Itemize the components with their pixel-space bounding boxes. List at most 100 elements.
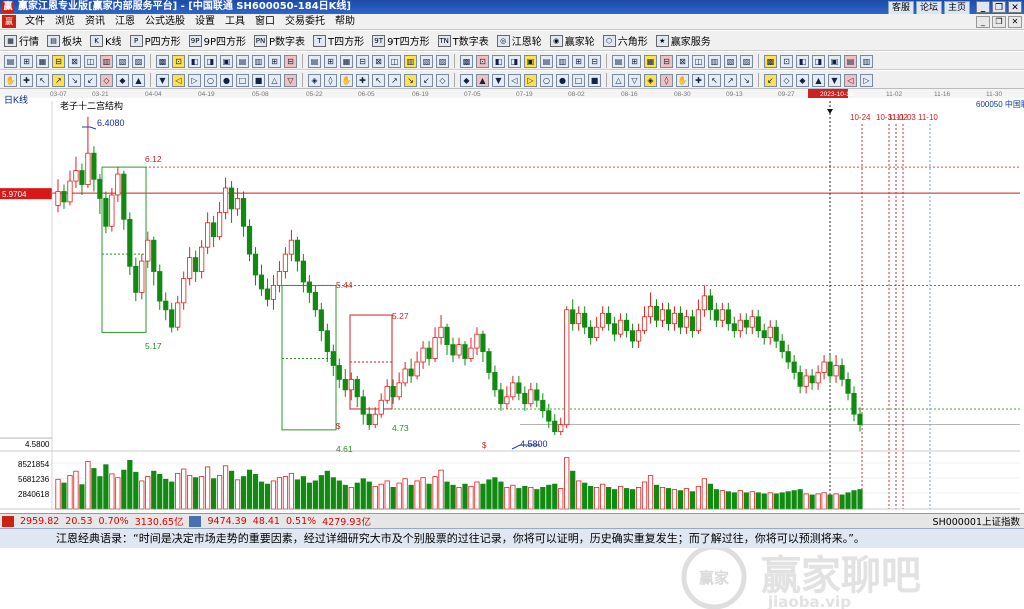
layout-tool-43-icon[interactable]: ▥ (708, 54, 721, 68)
layout-tool-20-icon[interactable]: ⊞ (324, 54, 337, 68)
link-home[interactable]: 主页 (943, 1, 970, 15)
restore-icon[interactable]: ❐ (992, 1, 1006, 13)
draw-tool-2-icon[interactable]: ✚ (20, 73, 33, 87)
kline-chart-panel[interactable]: 03-07 03-21 04-04 04-19 05-08 05-22 06-05 06-19… (0, 89, 1024, 609)
draw-tool-18-icon[interactable]: ▽ (284, 73, 297, 87)
layout-tool-42-icon[interactable]: ◫ (692, 54, 705, 68)
link-service[interactable]: 客服 (887, 1, 914, 15)
draw-tool-14-icon[interactable]: ● (220, 73, 233, 87)
tool-kline[interactable]: K K线 (90, 33, 122, 48)
draw-tool-9-icon[interactable]: ▲ (132, 73, 145, 87)
layout-tool-1-icon[interactable]: ▤ (4, 54, 17, 68)
draw-tool-23-icon[interactable]: ↖ (372, 73, 385, 87)
layout-tool-19-icon[interactable]: ▤ (308, 54, 321, 68)
layout-tool-32-icon[interactable]: ▣ (524, 54, 537, 68)
draw-tool-36-icon[interactable]: ■ (588, 73, 601, 87)
menu-browse[interactable]: 浏览 (50, 15, 80, 29)
menu-window[interactable]: 窗口 (250, 15, 280, 29)
child-close-icon[interactable]: ✕ (1008, 15, 1022, 28)
layout-tool-8-icon[interactable]: ▧ (116, 54, 129, 68)
draw-tool-37-icon[interactable]: △ (612, 73, 625, 87)
draw-tool-45-icon[interactable]: ↘ (740, 73, 753, 87)
tool-gann-wheel[interactable]: ◎ 江恩轮 (496, 33, 542, 48)
layout-tool-30-icon[interactable]: ◧ (492, 54, 505, 68)
layout-tool-38-icon[interactable]: ⊞ (628, 54, 641, 68)
layout-tool-26-icon[interactable]: ▧ (420, 54, 433, 68)
draw-tool-41-icon[interactable]: ✋ (676, 73, 689, 87)
draw-tool-7-icon[interactable]: ◇ (100, 73, 113, 87)
link-forum[interactable]: 论坛 (915, 1, 942, 15)
tool-t-table[interactable]: TN T数字表 (437, 33, 489, 48)
layout-tool-7-icon[interactable]: ▥ (100, 54, 113, 68)
child-restore-icon[interactable]: ❐ (992, 15, 1006, 28)
layout-tool-37-icon[interactable]: ▤ (612, 54, 625, 68)
layout-tool-28-icon[interactable]: ▩ (460, 54, 473, 68)
tool-winner-wheel[interactable]: ◉ 赢家轮 (549, 33, 595, 48)
close-icon[interactable]: ✕ (1008, 1, 1022, 13)
minimize-icon[interactable]: _ (976, 1, 990, 13)
layout-tool-45-icon[interactable]: ▨ (740, 54, 753, 68)
layout-tool-31-icon[interactable]: ◨ (508, 54, 521, 68)
tool-hexagon[interactable]: ⬡ 六角形 (602, 33, 648, 48)
draw-tool-6-icon[interactable]: ↙ (84, 73, 97, 87)
draw-tool-43-icon[interactable]: ↖ (708, 73, 721, 87)
tool-t-square[interactable]: T T四方形 (313, 33, 364, 48)
draw-tool-46-icon[interactable]: ↙ (764, 73, 777, 87)
tool-service[interactable]: ★ 赢家服务 (655, 33, 711, 48)
draw-tool-52-icon[interactable]: ▷ (860, 73, 873, 87)
tool-p-square[interactable]: P P四方形 (129, 33, 181, 48)
draw-tool-20-icon[interactable]: ◊ (324, 73, 337, 87)
draw-tool-4-icon[interactable]: ↗ (52, 73, 65, 87)
layout-tool-33-icon[interactable]: ▤ (540, 54, 553, 68)
draw-tool-22-icon[interactable]: ✚ (356, 73, 369, 87)
layout-tool-11-icon[interactable]: ⊡ (172, 54, 185, 68)
draw-tool-24-icon[interactable]: ↗ (388, 73, 401, 87)
tool-sectors[interactable]: ▤ 板块 (47, 33, 82, 48)
draw-tool-3-icon[interactable]: ↖ (36, 73, 49, 87)
layout-tool-36-icon[interactable]: ⊟ (588, 54, 601, 68)
draw-tool-16-icon[interactable]: ■ (252, 73, 265, 87)
draw-tool-30-icon[interactable]: ▼ (492, 73, 505, 87)
layout-tool-18-icon[interactable]: ⊟ (284, 54, 297, 68)
layout-tool-16-icon[interactable]: ▥ (252, 54, 265, 68)
layout-tool-41-icon[interactable]: ⊠ (676, 54, 689, 68)
layout-tool-24-icon[interactable]: ◫ (388, 54, 401, 68)
draw-tool-25-icon[interactable]: ↘ (404, 73, 417, 87)
kline-chart[interactable]: 03-07 03-21 04-04 04-19 05-08 05-22 06-05 06-19… (0, 89, 1024, 513)
layout-tool-21-icon[interactable]: ▦ (340, 54, 353, 68)
menu-tools[interactable]: 工具 (220, 15, 250, 29)
draw-tool-50-icon[interactable]: ▼ (828, 73, 841, 87)
draw-tool-38-icon[interactable]: ▽ (628, 73, 641, 87)
draw-tool-27-icon[interactable]: ◇ (436, 73, 449, 87)
layout-tool-3-icon[interactable]: ▦ (36, 54, 49, 68)
layout-tool-51-icon[interactable]: ▤ (844, 54, 857, 68)
menu-gann[interactable]: 江恩 (110, 15, 140, 29)
layout-tool-2-icon[interactable]: ⊞ (20, 54, 33, 68)
layout-tool-17-icon[interactable]: ⊞ (268, 54, 281, 68)
layout-tool-52-icon[interactable]: ▥ (860, 54, 873, 68)
layout-tool-47-icon[interactable]: ⊡ (780, 54, 793, 68)
draw-tool-26-icon[interactable]: ↙ (420, 73, 433, 87)
draw-tool-48-icon[interactable]: ◆ (796, 73, 809, 87)
draw-tool-8-icon[interactable]: ◆ (116, 73, 129, 87)
draw-tool-32-icon[interactable]: ▷ (524, 73, 537, 87)
menu-trade[interactable]: 交易委托 (280, 15, 330, 29)
draw-tool-34-icon[interactable]: ● (556, 73, 569, 87)
layout-tool-13-icon[interactable]: ◨ (204, 54, 217, 68)
layout-tool-27-icon[interactable]: ▨ (436, 54, 449, 68)
layout-tool-9-icon[interactable]: ▨ (132, 54, 145, 68)
draw-tool-29-icon[interactable]: ▲ (476, 73, 489, 87)
draw-tool-51-icon[interactable]: ◁ (844, 73, 857, 87)
layout-tool-39-icon[interactable]: ▦ (644, 54, 657, 68)
layout-tool-10-icon[interactable]: ▩ (156, 54, 169, 68)
draw-tool-12-icon[interactable]: ▷ (188, 73, 201, 87)
draw-tool-44-icon[interactable]: ↗ (724, 73, 737, 87)
child-minimize-icon[interactable]: _ (976, 15, 990, 28)
draw-tool-42-icon[interactable]: ✚ (692, 73, 705, 87)
draw-tool-19-icon[interactable]: ◈ (308, 73, 321, 87)
tool-quotes[interactable]: ▦ 行情 (4, 33, 39, 48)
draw-tool-40-icon[interactable]: ◊ (660, 73, 673, 87)
draw-tool-49-icon[interactable]: ▲ (812, 73, 825, 87)
draw-tool-13-icon[interactable]: ○ (204, 73, 217, 87)
menu-file[interactable]: 文件 (20, 15, 50, 29)
